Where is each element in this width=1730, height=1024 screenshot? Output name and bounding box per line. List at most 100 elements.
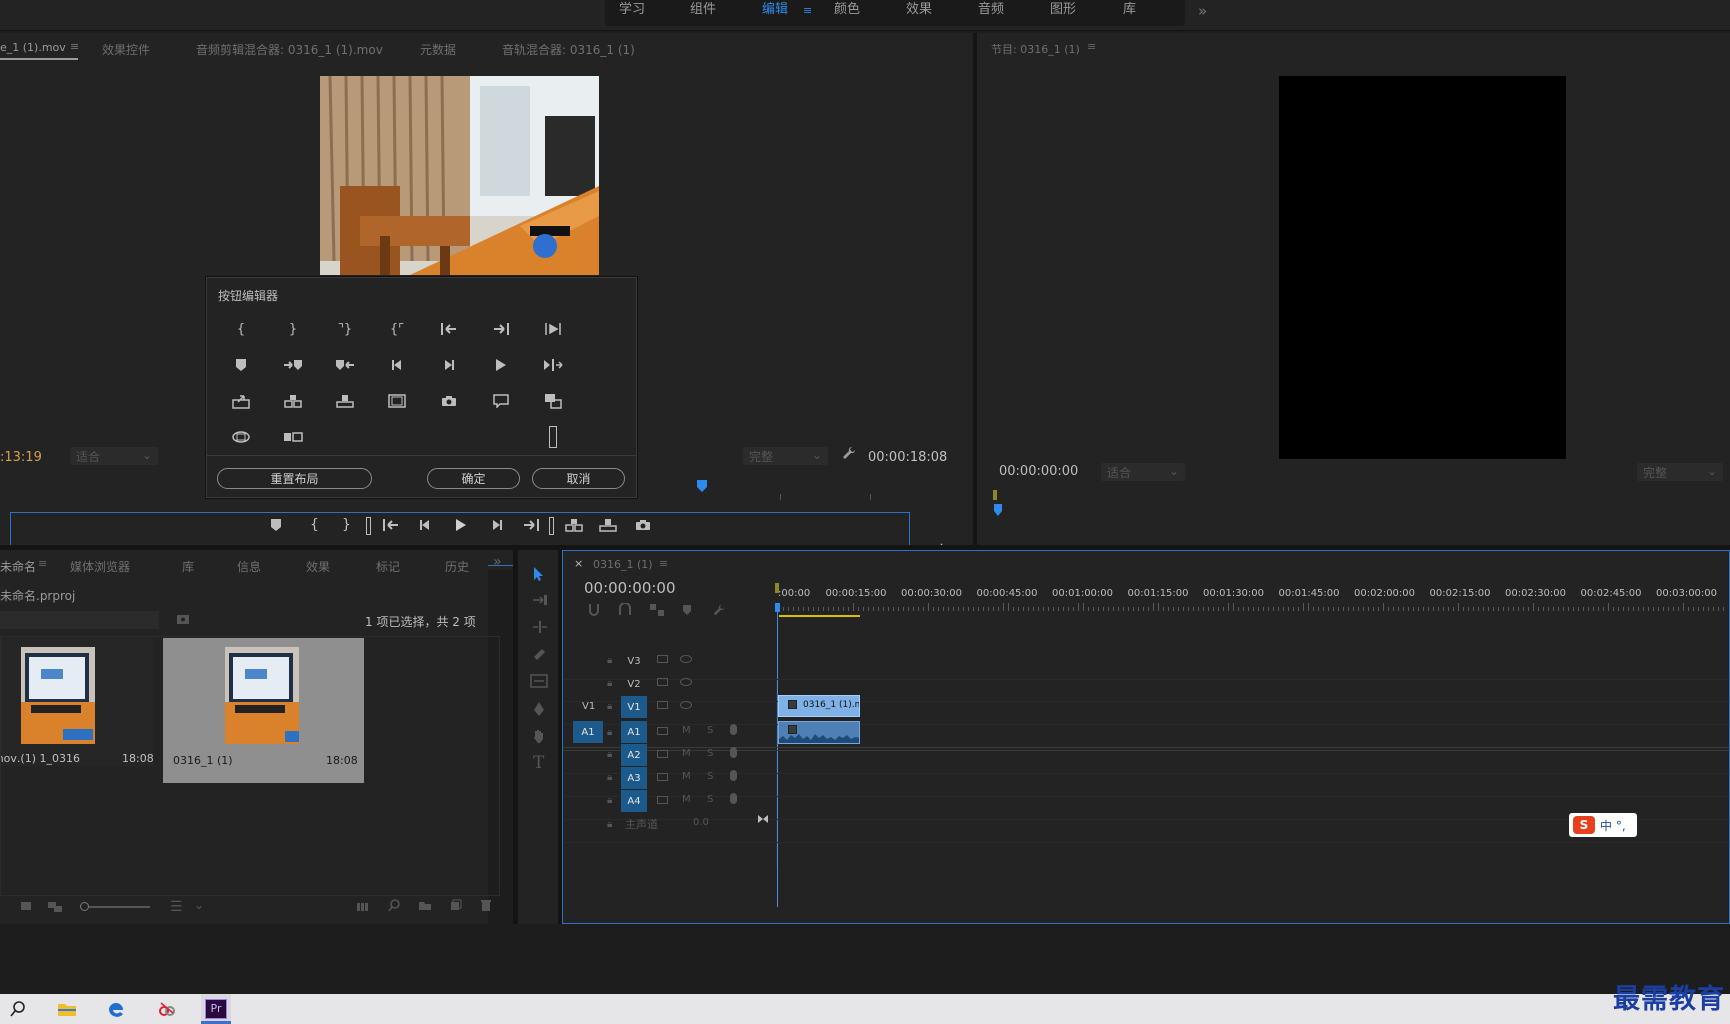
tab-menu-icon[interactable]: ≡ [70, 40, 79, 53]
timeline-timecode[interactable]: 00:00:00:00 [584, 579, 676, 597]
marker-icon[interactable] [270, 518, 282, 532]
step-back-icon[interactable] [383, 351, 411, 379]
lock-icon[interactable]: 🔒︎ [607, 701, 612, 712]
razor-tool-icon[interactable] [532, 647, 546, 661]
ime-indicator[interactable]: S 中 °, [1569, 813, 1637, 837]
new-bin-icon[interactable] [418, 900, 432, 911]
tab-menu-icon[interactable]: ≡ [1087, 40, 1096, 53]
sync-lock-icon[interactable] [657, 678, 668, 686]
insert-icon[interactable] [565, 518, 583, 532]
spacer-icon[interactable] [539, 423, 567, 451]
vr-video-icon[interactable] [227, 423, 255, 451]
edge-browser-icon[interactable] [101, 994, 131, 1024]
go-to-out-icon[interactable] [487, 315, 515, 343]
track-v3-label[interactable]: V3 [621, 650, 647, 672]
mute-button[interactable]: M [682, 748, 691, 759]
audio-clip[interactable] [778, 721, 860, 744]
solo-button[interactable]: S [707, 771, 713, 782]
mark-in-icon[interactable]: { [227, 315, 255, 343]
tab-program[interactable]: 节目: 0316_1 (1) [991, 41, 1080, 57]
insert-icon[interactable] [279, 387, 307, 415]
search-icon[interactable] [3, 994, 33, 1024]
track-a3-label[interactable]: A3 [621, 767, 647, 789]
track-a2-label[interactable]: A2 [621, 744, 647, 766]
premiere-pro-icon[interactable]: Pr [201, 994, 231, 1024]
sync-lock-icon[interactable] [657, 727, 668, 735]
zoom-slider-handle[interactable] [80, 902, 89, 911]
program-playhead-timecode[interactable]: 00:00:00:00 [999, 464, 1078, 479]
sync-lock-icon[interactable] [657, 773, 668, 781]
slip-tool-icon[interactable] [530, 674, 548, 688]
play-around-icon[interactable] [539, 351, 567, 379]
nest-icon[interactable] [618, 603, 632, 617]
go-to-next-marker-icon[interactable] [279, 351, 307, 379]
lock-icon[interactable]: 🔒︎ [607, 749, 612, 760]
pen-tool-icon[interactable] [532, 701, 546, 717]
hand-tool-icon[interactable] [532, 728, 546, 744]
source-patch-v1[interactable]: V1 [582, 701, 595, 712]
mark-clip-in-icon[interactable]: {⌜ [383, 315, 411, 343]
toggle-proxies-icon[interactable] [279, 423, 307, 451]
solo-button[interactable]: S [707, 748, 713, 759]
mute-button[interactable]: M [682, 725, 691, 736]
eye-icon[interactable] [680, 655, 692, 663]
file-explorer-icon[interactable] [52, 994, 82, 1024]
eye-icon[interactable] [680, 678, 692, 686]
go-to-previous-marker-icon[interactable] [331, 351, 359, 379]
zoom-slider[interactable] [80, 906, 150, 908]
playhead-handle[interactable] [775, 603, 780, 612]
freeform-view-icon[interactable] [47, 901, 63, 913]
track-select-tool-icon[interactable] [532, 593, 548, 607]
sync-lock-icon[interactable] [657, 750, 668, 758]
source-quality-dropdown[interactable]: 完整 ⌄ [743, 447, 828, 465]
tab-sequence[interactable]: 0316_1 (1) [593, 558, 653, 571]
go-to-in-icon[interactable] [435, 315, 463, 343]
microphone-icon[interactable] [730, 793, 737, 804]
tab-history[interactable]: 历史 [445, 558, 469, 575]
automate-to-sequence-icon[interactable] [356, 902, 370, 912]
program-playhead-marker[interactable] [994, 504, 1002, 516]
ok-button[interactable]: 确定 [427, 468, 520, 489]
go-to-in-icon[interactable] [383, 518, 399, 532]
marker-icon[interactable] [227, 351, 255, 379]
source-fit-dropdown[interactable]: 适合 ⌄ [70, 447, 158, 465]
snipping-tool-icon[interactable] [152, 994, 182, 1024]
workspace-tab-libraries[interactable]: 库 [1123, 0, 1136, 31]
linked-selection-icon[interactable] [649, 603, 665, 617]
play-icon[interactable] [487, 351, 515, 379]
source-playhead-marker[interactable] [697, 480, 707, 492]
camera-icon[interactable] [435, 387, 463, 415]
solo-button[interactable]: S [707, 794, 713, 805]
master-volume-value[interactable]: 0.0 [693, 817, 709, 828]
tab-menu-icon[interactable]: ≡ [38, 557, 47, 570]
safe-margins-icon[interactable] [383, 387, 411, 415]
export-frame-out-icon[interactable] [227, 387, 255, 415]
comment-icon[interactable] [487, 387, 515, 415]
source-patch-a1[interactable]: A1 [573, 721, 603, 743]
tab-media-browser[interactable]: 媒体浏览器 [70, 558, 130, 575]
solo-button[interactable]: S [707, 725, 713, 736]
sync-lock-icon[interactable] [657, 796, 668, 804]
media-item[interactable]: 0316_1 (1).mov 18:08 [0, 638, 154, 766]
search-icon[interactable] [388, 899, 401, 912]
search-input[interactable] [0, 611, 159, 629]
sort-icon[interactable]: ☰ [170, 899, 183, 915]
track-a4-label[interactable]: A4 [621, 790, 647, 812]
timeline-ruler[interactable]: :00:00 00:00:15:00 00:00:30:00 00:00:45:00 0… [778, 573, 1728, 621]
microphone-icon[interactable] [730, 770, 737, 781]
lock-icon[interactable]: 🔒︎ [607, 772, 612, 783]
camera-icon[interactable] [635, 519, 651, 531]
track-v2-label[interactable]: V2 [621, 673, 647, 695]
lock-icon[interactable]: 🔒︎ [607, 727, 612, 738]
overwrite-icon[interactable] [599, 518, 617, 532]
media-item-selected[interactable]: 0316_1 (1) 18:08 [163, 638, 364, 783]
tab-libraries[interactable]: 库 [182, 558, 194, 575]
tab-menu-icon[interactable]: ≡ [659, 557, 668, 570]
tab-markers[interactable]: 标记 [376, 558, 400, 575]
work-area-bar[interactable] [779, 615, 860, 617]
mark-out-icon[interactable]: } [279, 315, 307, 343]
tab-audio-track-mixer[interactable]: 音轨混合器: 0316_1 (1) [502, 41, 635, 58]
close-icon[interactable]: × [574, 557, 583, 570]
step-back-icon[interactable] [419, 519, 431, 531]
panel-overflow-icon[interactable]: » [493, 554, 502, 570]
